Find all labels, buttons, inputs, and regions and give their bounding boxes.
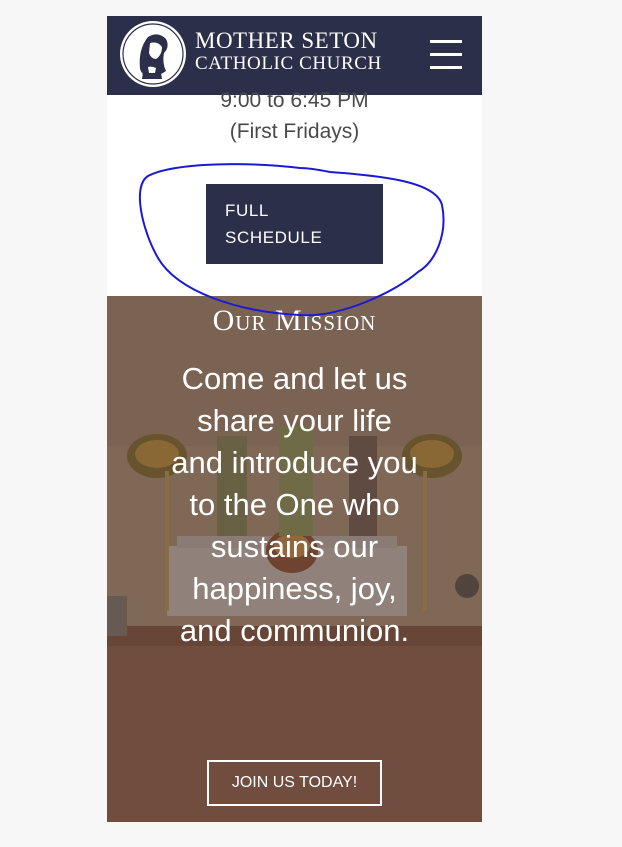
mobile-page: MOTHER SETON CATHOLIC CHURCH 9:00 to 6:4…: [107, 16, 482, 822]
schedule-note: (First Fridays): [229, 120, 360, 143]
saint-portrait-logo-icon[interactable]: [118, 19, 188, 89]
site-header: MOTHER SETON CATHOLIC CHURCH: [107, 16, 482, 95]
schedule-time: 9:00 to 6:45 PM: [220, 89, 369, 112]
site-logo-text[interactable]: MOTHER SETON CATHOLIC CHURCH: [195, 29, 382, 73]
join-us-button[interactable]: JOIN US TODAY!: [207, 760, 382, 806]
hamburger-menu-icon[interactable]: [430, 38, 462, 72]
mission-statement: Come and let us share your life and intr…: [171, 361, 418, 648]
full-schedule-button[interactable]: FULL SCHEDULE: [206, 184, 383, 264]
schedule-section: 9:00 to 6:45 PM (First Fridays) FULL SCH…: [107, 89, 482, 296]
browser-viewport: MOTHER SETON CATHOLIC CHURCH 9:00 to 6:4…: [0, 0, 622, 847]
mission-heading: Our Mission: [212, 304, 377, 337]
logo-line-2: CATHOLIC CHURCH: [195, 53, 382, 74]
logo-line-1: MOTHER SETON: [195, 28, 378, 53]
mission-section: Our Mission Come and let us share your l…: [107, 296, 482, 822]
